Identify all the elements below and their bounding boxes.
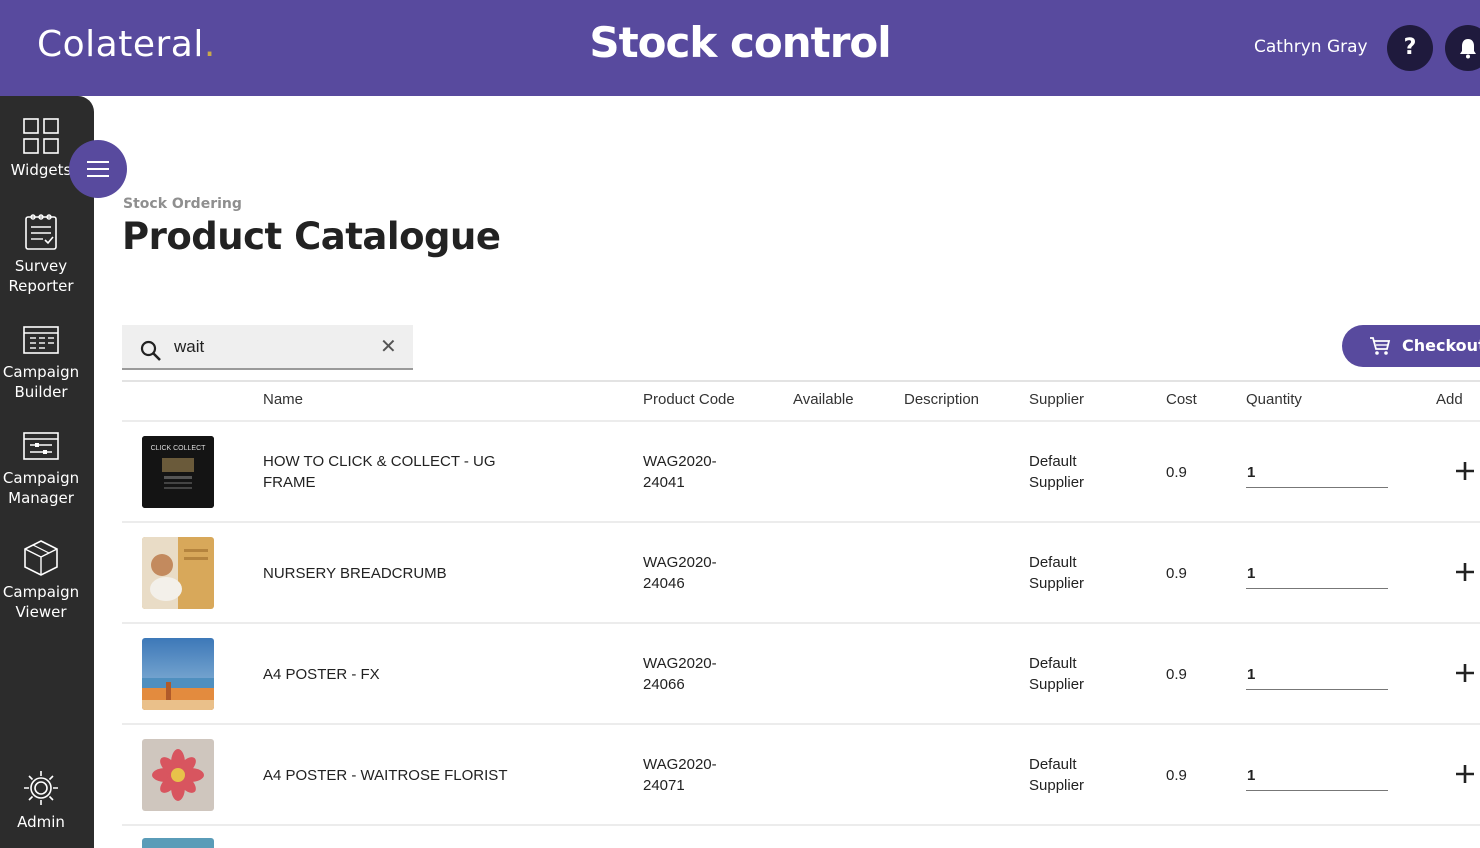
column-header-supplier: Supplier: [1029, 391, 1085, 408]
product-code: WAG2020- 24041: [643, 453, 717, 491]
add-icon[interactable]: [1454, 460, 1476, 482]
search-input[interactable]: [174, 335, 374, 359]
product-supplier: Default Supplier: [1029, 756, 1085, 794]
cube-icon: [24, 540, 58, 576]
sidebar-item-label: Admin: [17, 813, 65, 831]
product-cost: 0.9: [1166, 564, 1187, 582]
search-icon: [140, 340, 161, 361]
help-button[interactable]: ?: [1387, 25, 1433, 71]
table-row: CLICK COLLECT HOW TO CLICK & COLLECT - U…: [122, 422, 1480, 523]
product-supplier: Default Supplier: [1029, 453, 1085, 491]
product-cost: 0.9: [1166, 463, 1187, 481]
product-code: WAG2020- 24046: [643, 554, 717, 592]
product-name: HOW TO CLICK & COLLECT - UG FRAME: [263, 453, 496, 491]
calendar-grid-icon: [23, 326, 59, 354]
sidebar-item-survey-reporter[interactable]: Survey Reporter: [0, 212, 82, 296]
column-header-description: Description: [904, 391, 980, 408]
product-thumbnail[interactable]: [142, 638, 214, 710]
column-header-quantity: Quantity: [1246, 391, 1302, 408]
product-supplier: Default Supplier: [1029, 554, 1085, 592]
column-header-name: Name: [263, 391, 304, 408]
sidebar-item-label: Widgets: [10, 161, 72, 179]
column-header-product-code: Product Code: [643, 391, 735, 408]
product-image: CLICK COLLECT: [142, 436, 214, 508]
product-image: [142, 638, 214, 710]
close-icon[interactable]: ✕: [380, 337, 397, 357]
page-title: Product Catalogue: [122, 215, 501, 258]
hamburger-icon-bar: [87, 168, 109, 170]
product-thumbnail-partial: [142, 838, 214, 848]
column-header-available: Available: [793, 391, 854, 408]
sidebar-item-campaign-builder[interactable]: Campaign Builder: [0, 324, 82, 402]
sidebar-item-campaign-viewer[interactable]: Campaign Viewer: [0, 538, 82, 622]
bell-icon: [1460, 39, 1476, 59]
sidebar-item-label: Survey Reporter: [8, 257, 74, 295]
search-box[interactable]: ✕: [122, 325, 413, 370]
product-code: WAG2020- 24066: [643, 655, 717, 693]
question-icon: ?: [1403, 35, 1417, 60]
gear-icon: [24, 771, 58, 805]
table-top-divider: [122, 380, 1480, 382]
product-name: NURSERY BREADCRUMB: [263, 564, 447, 582]
table-row: NURSERY BREADCRUMB WAG2020- 24046 Defaul…: [122, 523, 1480, 624]
checkout-label: Checkout: [1402, 336, 1480, 355]
column-header-cost: Cost: [1166, 391, 1197, 408]
table-row: A4 POSTER - FX WAG2020- 24066 Default Su…: [122, 624, 1480, 725]
sidebar-item-label: Campaign Builder: [2, 363, 80, 401]
top-bar: Colateral. Stock control Cathryn Gray ?: [0, 0, 1480, 96]
sidebar-item-admin[interactable]: Admin: [0, 768, 82, 832]
hamburger-icon: [87, 161, 109, 163]
product-name: A4 POSTER - WAITROSE FLORIST: [263, 766, 508, 784]
menu-toggle-button[interactable]: [69, 140, 127, 198]
column-header-add: Add: [1436, 391, 1463, 408]
sidebar-item-label: Campaign Manager: [2, 469, 80, 507]
add-icon[interactable]: [1454, 763, 1476, 785]
product-thumbnail[interactable]: [142, 739, 214, 811]
sidebar: Widgets Survey Reporter Campaign Builder…: [0, 96, 94, 848]
cart-icon: [1370, 337, 1391, 355]
sidebar-item-label: Campaign Viewer: [2, 583, 80, 621]
product-image: [142, 537, 214, 609]
product-cost: 0.9: [1166, 766, 1187, 784]
add-icon[interactable]: [1454, 662, 1476, 684]
breadcrumb[interactable]: Stock Ordering: [123, 196, 242, 212]
user-name[interactable]: Cathryn Gray: [1254, 37, 1368, 57]
quantity-input[interactable]: [1246, 660, 1388, 690]
table-row: A4 POSTER - WAITROSE FLORIST WAG2020- 24…: [122, 725, 1480, 826]
product-image: [142, 739, 214, 811]
product-thumbnail[interactable]: CLICK COLLECT: [142, 436, 214, 508]
product-code: WAG2020- 24071: [643, 756, 717, 794]
product-cost: 0.9: [1166, 665, 1187, 683]
quantity-input[interactable]: [1246, 559, 1388, 589]
hamburger-icon-bar: [87, 175, 109, 177]
add-icon[interactable]: [1454, 561, 1476, 583]
quantity-input[interactable]: [1246, 761, 1388, 791]
product-supplier: Default Supplier: [1029, 655, 1085, 693]
clipboard-icon: [25, 214, 57, 250]
sidebar-item-campaign-manager[interactable]: Campaign Manager: [0, 430, 82, 508]
panel-icon: [23, 432, 59, 460]
grid-icon: [23, 118, 59, 154]
product-thumbnail[interactable]: [142, 537, 214, 609]
product-name: A4 POSTER - FX: [263, 665, 380, 683]
thumbnail-text: CLICK COLLECT: [151, 445, 207, 452]
quantity-input[interactable]: [1246, 458, 1388, 488]
checkout-button[interactable]: Checkout: [1342, 325, 1480, 367]
